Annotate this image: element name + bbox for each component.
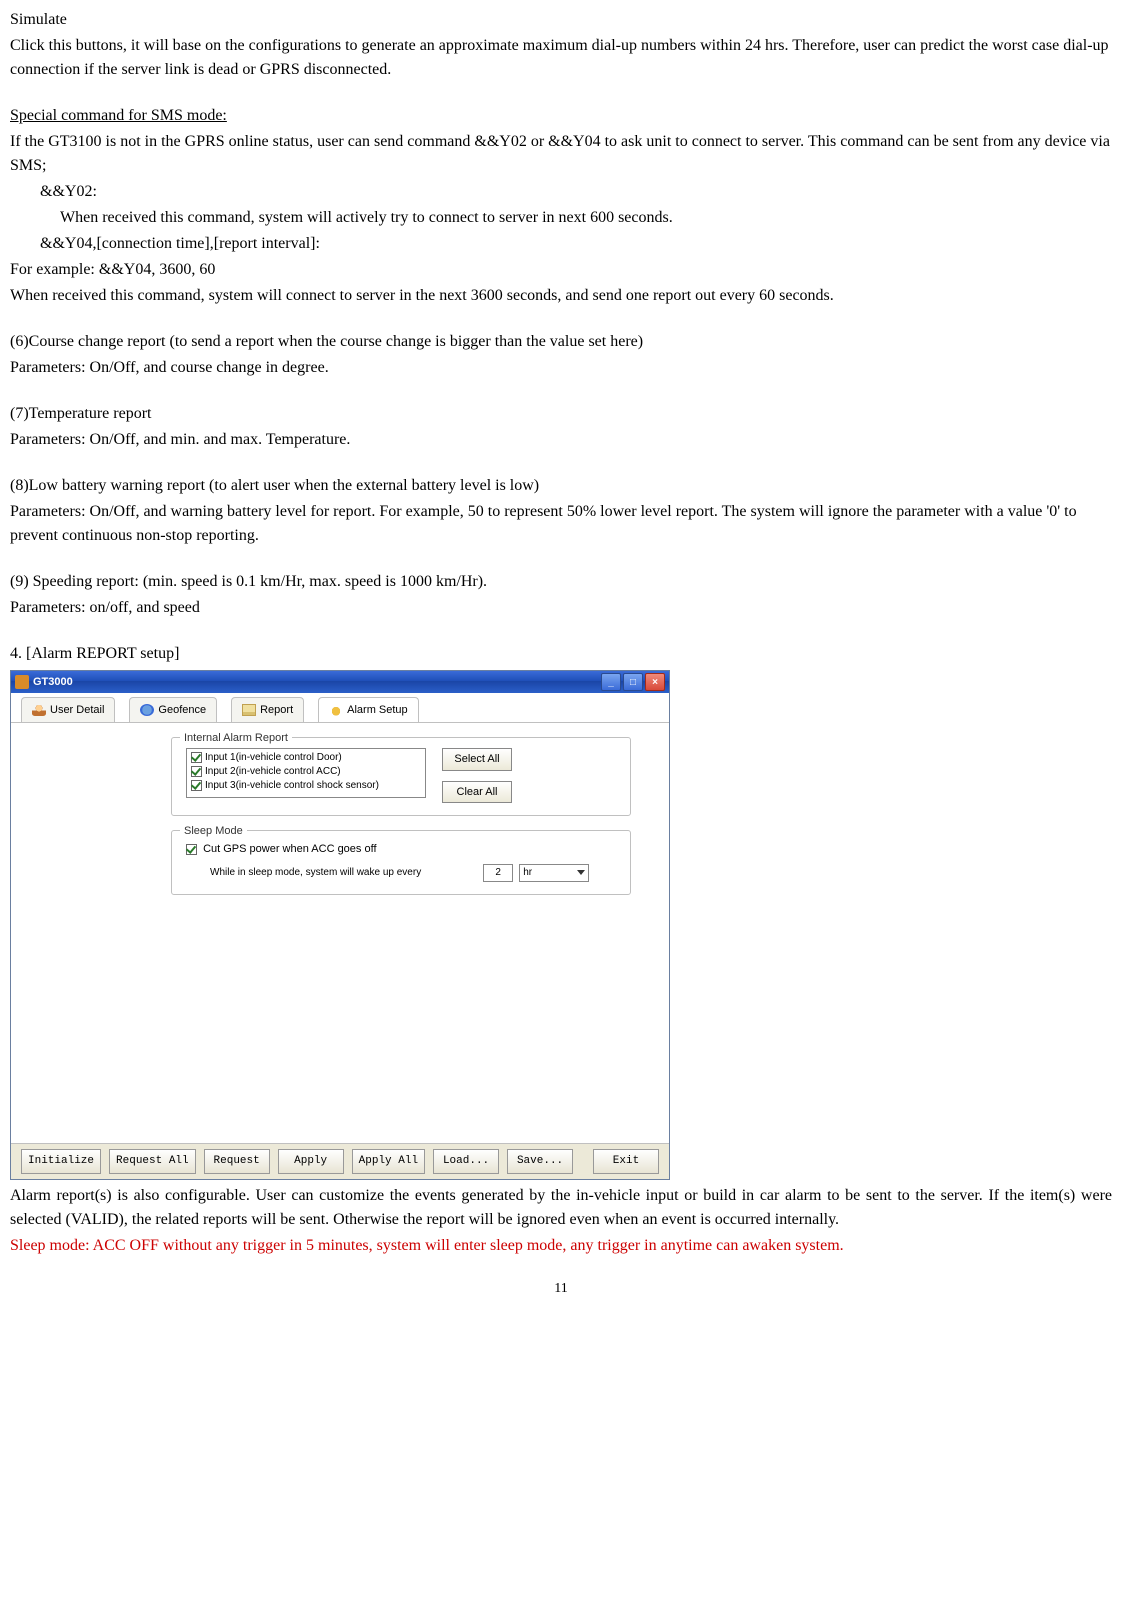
sec8-params: Parameters: On/Off, and warning battery … [10,500,1112,548]
load-button[interactable]: Load... [433,1149,499,1174]
sec6-title: (6)Course change report (to send a repor… [10,330,1112,354]
minimize-button[interactable]: _ [601,673,621,691]
tab-user-detail[interactable]: User Detail [21,697,115,723]
tab-label: Report [260,702,293,719]
app-window: GT3000 _ □ × User Detail Geofence Report… [10,670,670,1180]
sleep-label: While in sleep mode, system will wake up… [210,865,421,880]
tab-alarm-setup[interactable]: Alarm Setup [318,697,419,723]
save-button[interactable]: Save... [507,1149,573,1174]
globe-icon [140,704,154,716]
para-sleep-red: Sleep mode: ACC OFF without any trigger … [10,1234,1112,1258]
checkbox-icon[interactable] [191,752,202,763]
maximize-button[interactable]: □ [623,673,643,691]
alarm-item[interactable]: Input 3(in-vehicle control shock sensor) [191,779,421,793]
tabbar: User Detail Geofence Report Alarm Setup [11,693,669,723]
para-alarm-desc: Alarm report(s) is also configurable. Us… [10,1184,1112,1232]
sleep-unit-value: hr [523,865,532,880]
sec6-params: Parameters: On/Off, and course change in… [10,356,1112,380]
sleep-value-input[interactable]: 2 [483,864,513,882]
cmd-y04: &&Y04,[connection time],[report interval… [40,232,1112,256]
close-button[interactable]: × [645,673,665,691]
page-number: 11 [10,1278,1112,1299]
legend-alarm: Internal Alarm Report [180,730,292,747]
cmd-y04-desc: When received this command, system will … [10,284,1112,308]
legend-sleep: Sleep Mode [180,823,247,840]
tab-label: Alarm Setup [347,702,408,719]
exit-button[interactable]: Exit [593,1149,659,1174]
alarm-icon [329,704,343,716]
tab-report[interactable]: Report [231,697,304,723]
sec7-title: (7)Temperature report [10,402,1112,426]
sleep-check-row[interactable]: Cut GPS power when ACC goes off [186,841,616,858]
sleep-unit-select[interactable]: hr [519,864,589,882]
app-icon [15,675,29,689]
checkbox-icon[interactable] [191,766,202,777]
tab-label: Geofence [158,702,206,719]
alarm-item[interactable]: Input 1(in-vehicle control Door) [191,751,421,765]
para-simulate: Click this buttons, it will base on the … [10,34,1112,82]
sec4-heading: 4. [Alarm REPORT setup] [10,642,1112,666]
heading-simulate: Simulate [10,8,1112,32]
bottom-toolbar: Initialize Request All Request Apply App… [11,1143,669,1179]
sec8-title: (8)Low battery warning report (to alert … [10,474,1112,498]
alarm-item[interactable]: Input 2(in-vehicle control ACC) [191,765,421,779]
apply-button[interactable]: Apply [278,1149,344,1174]
sms-intro: If the GT3100 is not in the GPRS online … [10,130,1112,178]
chevron-down-icon [577,870,585,875]
heading-sms: Special command for SMS mode: [10,104,1112,128]
sleep-check-label: Cut GPS power when ACC goes off [203,843,376,855]
checkbox-icon[interactable] [186,844,197,855]
cmd-y02-desc: When received this command, system will … [60,206,1112,230]
tab-label: User Detail [50,702,104,719]
sec7-params: Parameters: On/Off, and min. and max. Te… [10,428,1112,452]
app-title: GT3000 [33,674,73,691]
app-body: Internal Alarm Report Input 1(in-vehicle… [11,723,669,1143]
fieldset-sleep: Sleep Mode Cut GPS power when ACC goes o… [171,830,631,895]
cmd-y04-example: For example: &&Y04, 3600, 60 [10,258,1112,282]
tab-geofence[interactable]: Geofence [129,697,217,723]
request-button[interactable]: Request [204,1149,270,1174]
sec9-params: Parameters: on/off, and speed [10,596,1112,620]
request-all-button[interactable]: Request All [109,1149,196,1174]
sec9-title: (9) Speeding report: (min. speed is 0.1 … [10,570,1112,594]
clear-all-button[interactable]: Clear All [442,781,512,804]
checkbox-icon[interactable] [191,780,202,791]
fieldset-alarm: Internal Alarm Report Input 1(in-vehicle… [171,737,631,816]
report-icon [242,704,256,716]
alarm-list[interactable]: Input 1(in-vehicle control Door) Input 2… [186,748,426,798]
user-icon [32,704,46,716]
titlebar: GT3000 _ □ × [11,671,669,693]
select-all-button[interactable]: Select All [442,748,512,771]
initialize-button[interactable]: Initialize [21,1149,101,1174]
apply-all-button[interactable]: Apply All [352,1149,425,1174]
cmd-y02: &&Y02: [40,180,1112,204]
